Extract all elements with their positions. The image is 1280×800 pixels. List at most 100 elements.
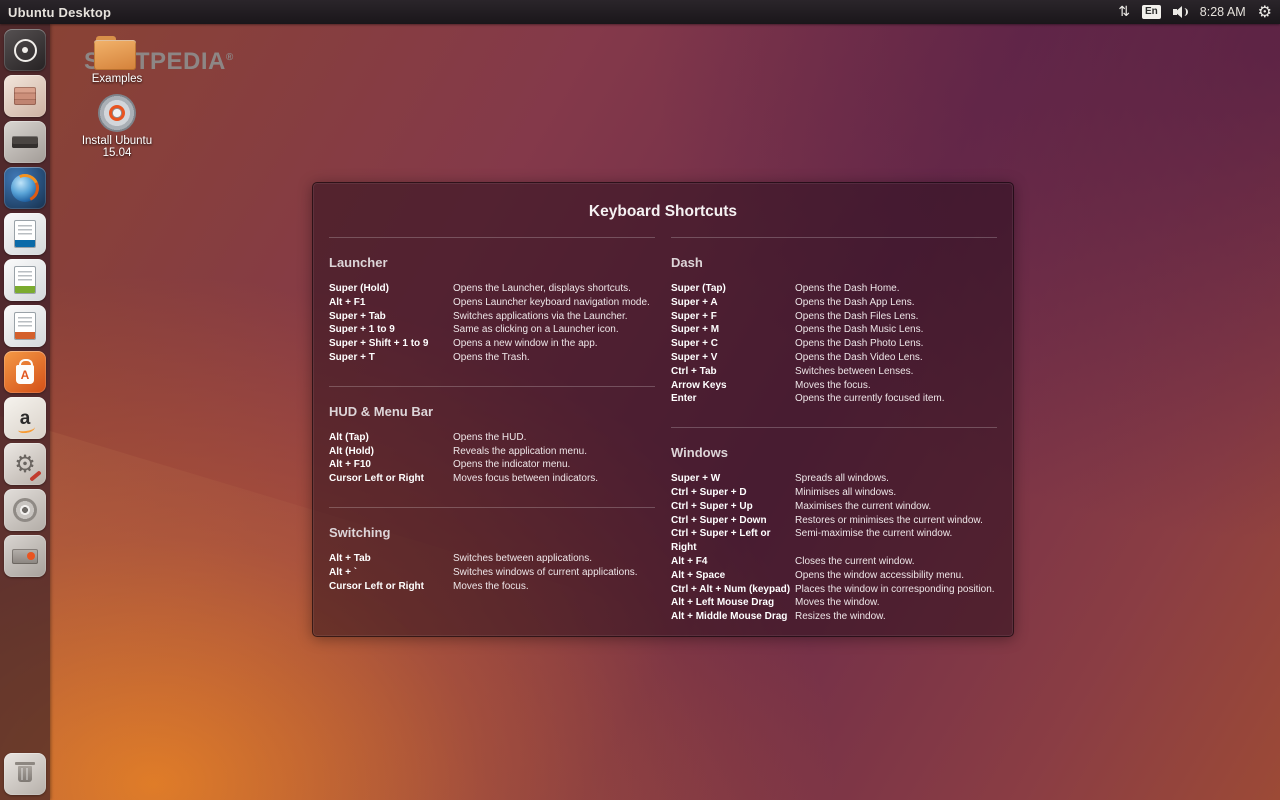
- amazon-icon[interactable]: [4, 397, 46, 439]
- shortcut-row: EnterOpens the currently focused item.: [671, 392, 997, 406]
- shortcut-description: Moves the window.: [795, 596, 880, 610]
- shortcut-keys: Super + F: [671, 310, 795, 324]
- shortcut-row: Alt + SpaceOpens the window accessibilit…: [671, 569, 997, 583]
- shortcut-keys: Alt + F1: [329, 296, 453, 310]
- trash-icon[interactable]: [4, 753, 46, 795]
- shortcut-row: Alt + Left Mouse DragMoves the window.: [671, 596, 997, 610]
- shortcut-row: Alt + `Switches windows of current appli…: [329, 566, 655, 580]
- desktop-icon-examples[interactable]: Examples: [72, 36, 162, 85]
- section-heading: Switching: [329, 525, 655, 540]
- shortcuts-column-left: Launcher Super (Hold)Opens the Launcher, …: [329, 237, 655, 645]
- shortcut-description: Opens the indicator menu.: [453, 458, 570, 472]
- session-gear-icon[interactable]: ⚙: [1258, 4, 1272, 20]
- install-ubuntu-icon[interactable]: [4, 535, 46, 577]
- shortcut-row: Alt (Hold)Reveals the application menu.: [329, 445, 655, 459]
- shortcut-row: Super (Tap)Opens the Dash Home.: [671, 282, 997, 296]
- folder-icon: [94, 36, 140, 70]
- shortcut-description: Spreads all windows.: [795, 472, 889, 486]
- shortcut-keys: Super + A: [671, 296, 795, 310]
- shortcut-row: Super + FOpens the Dash Files Lens.: [671, 310, 997, 324]
- shortcut-keys: Arrow Keys: [671, 379, 795, 393]
- amazon-glyph: [20, 409, 31, 428]
- updown-arrows-icon[interactable]: ⇅: [1118, 5, 1130, 19]
- shortcut-row: Alt + F10Opens the indicator menu.: [329, 458, 655, 472]
- shortcut-description: Opens the Dash Files Lens.: [795, 310, 918, 324]
- libreoffice-impress-icon[interactable]: [4, 305, 46, 347]
- shortcut-description: Opens the Launcher, displays shortcuts.: [453, 282, 631, 296]
- shortcut-description: Switches applications via the Launcher.: [453, 310, 628, 324]
- shortcut-keys: Ctrl + Super + Left or Right: [671, 527, 795, 555]
- shortcut-keys: Ctrl + Tab: [671, 365, 795, 379]
- libreoffice-writer-icon[interactable]: [4, 213, 46, 255]
- clock[interactable]: 8:28 AM: [1200, 5, 1246, 19]
- shortcut-description: Opens a new window in the app.: [453, 337, 598, 351]
- shortcut-description: Opens the Dash Home.: [795, 282, 900, 296]
- shortcut-keys: Super + M: [671, 323, 795, 337]
- shortcut-row: Cursor Left or RightMoves focus between …: [329, 472, 655, 486]
- desktop-icon-install-ubuntu[interactable]: Install Ubuntu 15.04: [72, 94, 162, 159]
- shortcut-section-dash: DashSuper (Tap)Opens the Dash Home.Super…: [671, 237, 997, 406]
- libreoffice-calc-icon[interactable]: [4, 259, 46, 301]
- shortcut-keys: Super + W: [671, 472, 795, 486]
- shortcut-section-windows: WindowsSuper + WSpreads all windows.Ctrl…: [671, 427, 997, 624]
- shortcut-section-switching: SwitchingAlt + TabSwitches between appli…: [329, 507, 655, 593]
- shortcut-row: Super (Hold)Opens the Launcher, displays…: [329, 282, 655, 296]
- section-heading: Windows: [671, 445, 997, 460]
- shortcut-row: Ctrl + Super + DMinimises all windows.: [671, 486, 997, 500]
- firefox-glyph: [11, 174, 39, 202]
- dash-home-icon[interactable]: [4, 29, 46, 71]
- shortcut-description: Moves the focus.: [795, 379, 871, 393]
- shortcut-row: Alt + F4Closes the current window.: [671, 555, 997, 569]
- desktop-icon-label: Examples: [72, 73, 162, 85]
- shortcut-keys: Alt + `: [329, 566, 453, 580]
- shortcut-keys: Ctrl + Super + D: [671, 486, 795, 500]
- shortcut-row: Super + 1 to 9Same as clicking on a Laun…: [329, 323, 655, 337]
- indicator-area: ⇅ En 8:28 AM ⚙: [1118, 4, 1272, 20]
- top-panel: Ubuntu Desktop ⇅ En 8:28 AM ⚙: [0, 0, 1280, 24]
- shortcut-keys: Alt + Tab: [329, 552, 453, 566]
- shortcut-section-hud-menu-bar: HUD & Menu BarAlt (Tap)Opens the HUD.Alt…: [329, 386, 655, 486]
- keyboard-layout-indicator[interactable]: En: [1142, 5, 1161, 19]
- volume-icon[interactable]: [1173, 6, 1188, 18]
- shortcut-keys: Super + C: [671, 337, 795, 351]
- shortcut-row: Ctrl + Alt + Num (keypad)Places the wind…: [671, 583, 997, 597]
- shortcut-section-launcher: Launcher Super (Hold)Opens the Launcher, …: [329, 237, 655, 365]
- shortcut-keys: Super (Tap): [671, 282, 795, 296]
- shortcut-row: Ctrl + Super + UpMaximises the current w…: [671, 500, 997, 514]
- shortcut-row: Super + TOpens the Trash.: [329, 351, 655, 365]
- shortcut-description: Opens the Dash Photo Lens.: [795, 337, 923, 351]
- files-glyph: [14, 87, 36, 105]
- shortcut-row: Super + WSpreads all windows.: [671, 472, 997, 486]
- section-heading: Launcher: [329, 255, 655, 270]
- shortcut-description: Opens Launcher keyboard navigation mode.: [453, 296, 650, 310]
- shortcut-description: Opens the Trash.: [453, 351, 530, 365]
- dash-home-glyph: [14, 39, 37, 62]
- shortcuts-column-right: DashSuper (Tap)Opens the Dash Home.Super…: [671, 237, 997, 645]
- media-drive-icon[interactable]: [4, 121, 46, 163]
- shortcut-keys: Ctrl + Super + Down: [671, 514, 795, 528]
- system-settings-icon[interactable]: [4, 443, 46, 485]
- shortcut-description: Opens the window accessibility menu.: [795, 569, 964, 583]
- shortcut-row: Super + VOpens the Dash Video Lens.: [671, 351, 997, 365]
- shortcut-description: Moves focus between indicators.: [453, 472, 598, 486]
- firefox-icon[interactable]: [4, 167, 46, 209]
- system-settings-glyph: [14, 452, 36, 476]
- shortcut-description: Opens the Dash Music Lens.: [795, 323, 923, 337]
- shortcut-keys: Super + V: [671, 351, 795, 365]
- shortcut-description: Maximises the current window.: [795, 500, 931, 514]
- sound-wave: [1181, 8, 1188, 16]
- shortcut-description: Semi-maximise the current window.: [795, 527, 952, 555]
- shortcut-description: Closes the current window.: [795, 555, 915, 569]
- disks-glyph: [13, 498, 37, 522]
- ubuntu-software-center-icon[interactable]: [4, 351, 46, 393]
- disks-icon[interactable]: [4, 489, 46, 531]
- shortcut-keys: Ctrl + Alt + Num (keypad): [671, 583, 795, 597]
- ubuntu-software-center-glyph: [16, 365, 34, 384]
- active-app-title: Ubuntu Desktop: [8, 5, 111, 20]
- shortcut-row: Super + MOpens the Dash Music Lens.: [671, 323, 997, 337]
- files-icon[interactable]: [4, 75, 46, 117]
- shortcut-description: Opens the HUD.: [453, 431, 526, 445]
- shortcut-description: Reveals the application menu.: [453, 445, 587, 459]
- shortcut-row: Alt + F1Opens Launcher keyboard navigati…: [329, 296, 655, 310]
- shortcut-row: Alt + Middle Mouse DragResizes the windo…: [671, 610, 997, 624]
